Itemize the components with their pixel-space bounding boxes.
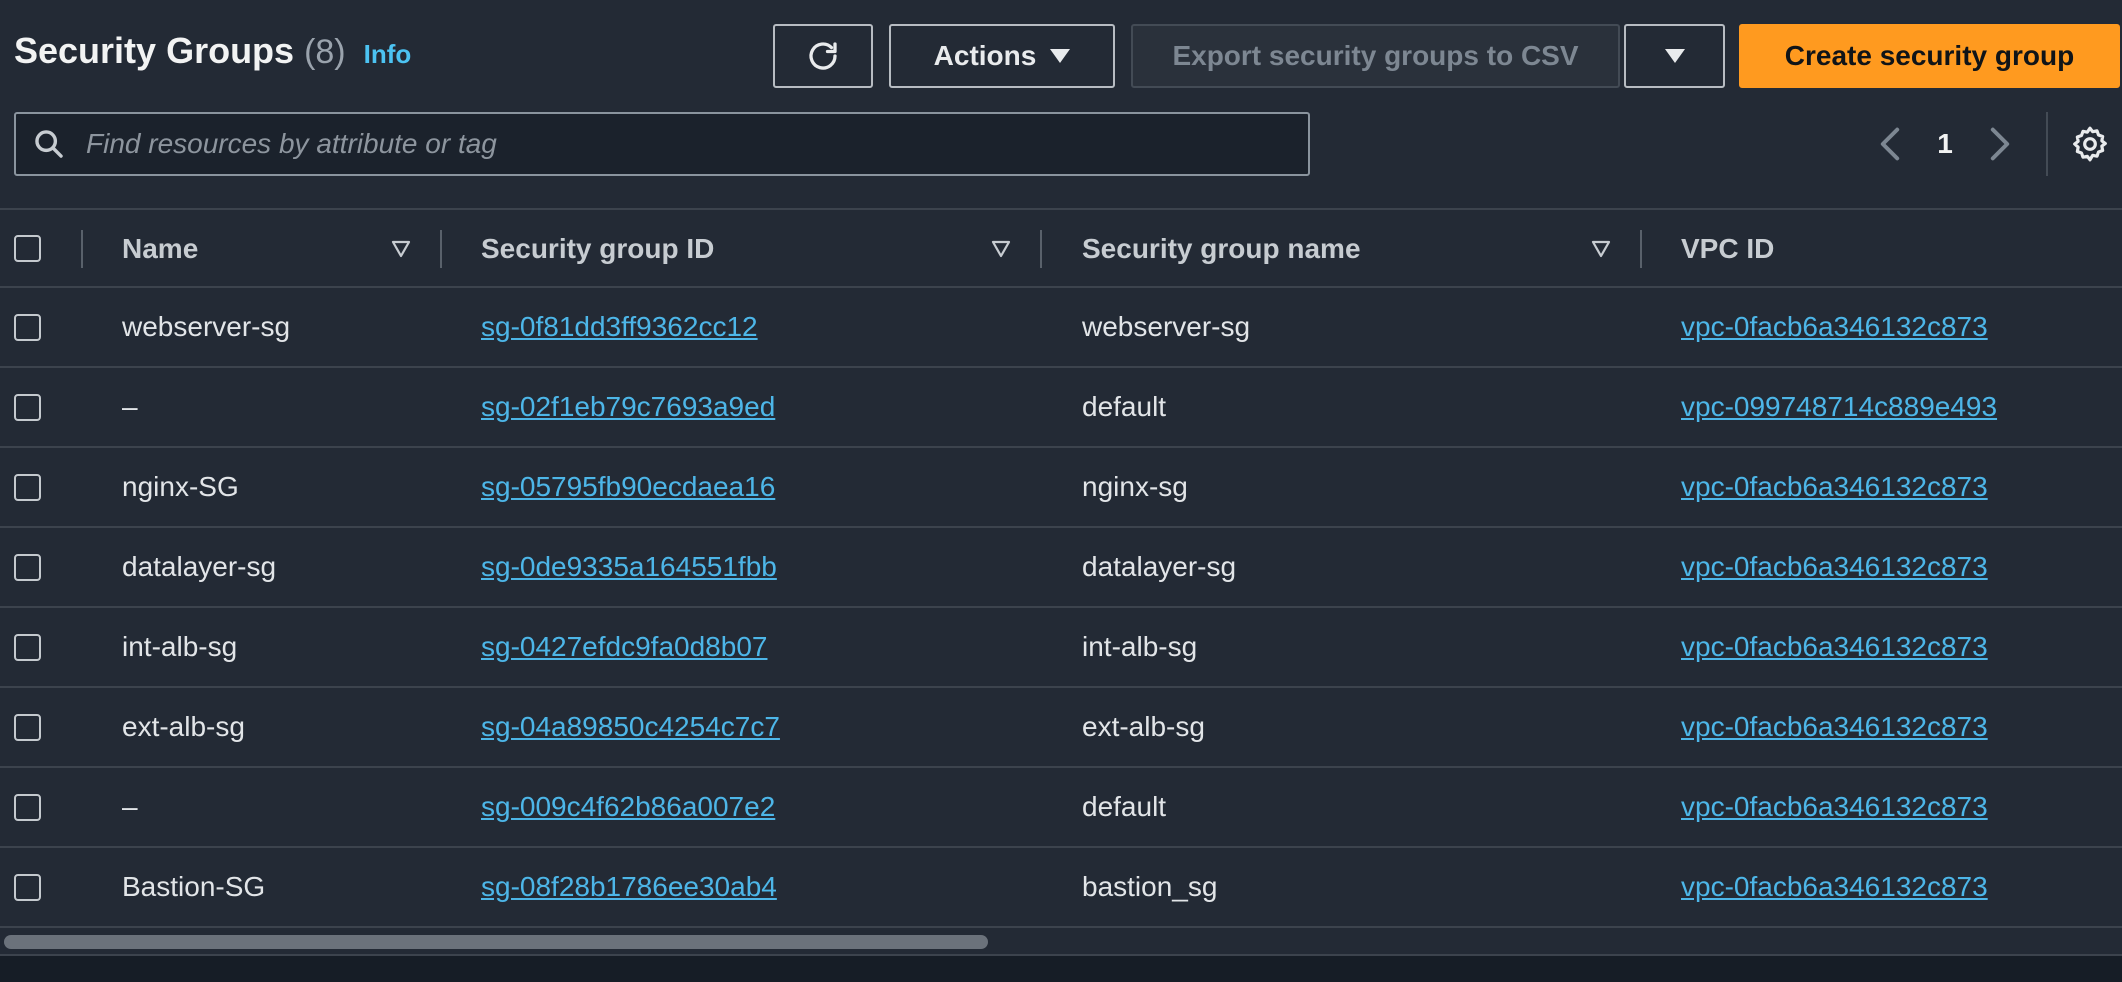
row-checkbox[interactable] <box>14 394 41 421</box>
table-row[interactable]: nginx-SG sg-05795fb90ecdaea16 nginx-sg v… <box>0 448 2122 528</box>
vpc-id-link[interactable]: vpc-0facb6a346132c873 <box>1681 768 1988 846</box>
security-groups-table: Name Security group ID Security group na… <box>0 208 2122 928</box>
export-csv-label: Export security groups to CSV <box>1172 40 1579 71</box>
page-header: Security Groups (8) Info Actions Export … <box>0 0 2122 176</box>
vpc-id-link[interactable]: vpc-0facb6a346132c873 <box>1681 288 1988 366</box>
table-row[interactable]: webserver-sg sg-0f81dd3ff9362cc12 webser… <box>0 288 2122 368</box>
table-row[interactable]: – sg-02f1eb79c7693a9ed default vpc-09974… <box>0 368 2122 448</box>
table-row[interactable]: int-alb-sg sg-0427efdc9fa0d8b07 int-alb-… <box>0 608 2122 688</box>
cell-name: ext-alb-sg <box>122 711 245 742</box>
cell-name: int-alb-sg <box>122 631 238 662</box>
caret-down-icon <box>1664 49 1685 63</box>
table-row[interactable]: – sg-009c4f62b86a007e2 default vpc-0facb… <box>0 768 2122 848</box>
pagination: 1 <box>1870 112 2020 176</box>
bottom-panel-bar <box>0 954 2122 982</box>
sort-down-icon[interactable] <box>391 240 411 258</box>
cell-security-group-name: ext-alb-sg <box>1082 711 1205 742</box>
vpc-id-link[interactable]: vpc-0facb6a346132c873 <box>1681 448 1988 526</box>
actions-label: Actions <box>933 40 1037 71</box>
search-icon <box>35 130 63 158</box>
cell-name: – <box>122 791 138 822</box>
select-all-checkbox[interactable] <box>14 235 41 262</box>
search-input[interactable] <box>84 127 1264 161</box>
cell-security-group-name: nginx-sg <box>1082 471 1188 502</box>
table-header: Name Security group ID Security group na… <box>0 210 2122 288</box>
pager-divider <box>2046 112 2048 176</box>
row-checkbox[interactable] <box>14 474 41 501</box>
export-options-dropdown[interactable] <box>1624 24 1725 88</box>
security-group-id-link[interactable]: sg-009c4f62b86a007e2 <box>481 768 775 846</box>
page-title: Security Groups <box>14 30 295 71</box>
refresh-icon <box>809 42 837 70</box>
chevron-right-icon[interactable] <box>1980 124 2020 164</box>
search-box[interactable] <box>14 112 1310 176</box>
caret-down-icon <box>1050 49 1071 63</box>
table-row[interactable]: Bastion-SG sg-08f28b1786ee30ab4 bastion_… <box>0 848 2122 928</box>
column-header-security-group-name[interactable]: Security group name <box>1082 210 1361 288</box>
gear-icon[interactable] <box>2070 124 2110 164</box>
cell-name: datalayer-sg <box>122 551 277 582</box>
column-header-name[interactable]: Name <box>122 210 198 288</box>
horizontal-scrollbar[interactable] <box>0 931 2122 951</box>
cell-security-group-name: bastion_sg <box>1082 871 1218 902</box>
export-csv-button[interactable]: Export security groups to CSV <box>1131 24 1620 88</box>
vpc-id-link[interactable]: vpc-0facb6a346132c873 <box>1681 528 1988 606</box>
column-header-vpc-id[interactable]: VPC ID <box>1681 210 1774 288</box>
security-group-id-link[interactable]: sg-08f28b1786ee30ab4 <box>481 848 777 926</box>
column-separator[interactable] <box>1040 230 1042 268</box>
security-groups-page: Security Groups (8) Info Actions Export … <box>0 0 2122 982</box>
actions-dropdown[interactable]: Actions <box>889 24 1115 88</box>
vpc-id-link[interactable]: vpc-099748714c889e493 <box>1681 368 1997 446</box>
current-page-number[interactable]: 1 <box>1910 128 1980 160</box>
refresh-button[interactable] <box>773 24 873 88</box>
row-checkbox[interactable] <box>14 874 41 901</box>
cell-name: – <box>122 391 138 422</box>
row-checkbox[interactable] <box>14 714 41 741</box>
column-separator[interactable] <box>1640 230 1642 268</box>
cell-name: webserver-sg <box>122 311 291 342</box>
cell-security-group-name: default <box>1082 391 1167 422</box>
cell-security-group-name: datalayer-sg <box>1082 551 1237 582</box>
chevron-left-icon[interactable] <box>1870 124 1910 164</box>
row-checkbox[interactable] <box>14 554 41 581</box>
row-checkbox[interactable] <box>14 314 41 341</box>
row-checkbox[interactable] <box>14 634 41 661</box>
info-link[interactable]: Info <box>364 39 412 70</box>
row-checkbox[interactable] <box>14 794 41 821</box>
create-security-group-button[interactable]: Create security group <box>1739 24 2120 88</box>
scrollbar-thumb[interactable] <box>4 935 988 949</box>
cell-security-group-name: default <box>1082 791 1167 822</box>
column-separator <box>81 230 83 268</box>
cell-security-group-name: webserver-sg <box>1082 311 1251 342</box>
title-area: Security Groups (8) Info <box>14 30 411 72</box>
table-row[interactable]: datalayer-sg sg-0de9335a164551fbb datala… <box>0 528 2122 608</box>
security-group-id-link[interactable]: sg-0427efdc9fa0d8b07 <box>481 608 767 686</box>
resource-count: (8) <box>304 33 346 71</box>
vpc-id-link[interactable]: vpc-0facb6a346132c873 <box>1681 688 1988 766</box>
security-group-id-link[interactable]: sg-0de9335a164551fbb <box>481 528 777 606</box>
vpc-id-link[interactable]: vpc-0facb6a346132c873 <box>1681 608 1988 686</box>
security-group-id-link[interactable]: sg-04a89850c4254c7c7 <box>481 688 780 766</box>
vpc-id-link[interactable]: vpc-0facb6a346132c873 <box>1681 848 1988 926</box>
create-security-group-label: Create security group <box>1784 40 2075 71</box>
sort-down-icon[interactable] <box>1591 240 1611 258</box>
column-separator[interactable] <box>440 230 442 268</box>
cell-security-group-name: int-alb-sg <box>1082 631 1198 662</box>
security-group-id-link[interactable]: sg-0f81dd3ff9362cc12 <box>481 288 758 366</box>
table-row[interactable]: ext-alb-sg sg-04a89850c4254c7c7 ext-alb-… <box>0 688 2122 768</box>
security-group-id-link[interactable]: sg-05795fb90ecdaea16 <box>481 448 775 526</box>
cell-name: Bastion-SG <box>122 871 266 902</box>
sort-down-icon[interactable] <box>991 240 1011 258</box>
cell-name: nginx-SG <box>122 471 239 502</box>
column-header-security-group-id[interactable]: Security group ID <box>481 210 714 288</box>
security-group-id-link[interactable]: sg-02f1eb79c7693a9ed <box>481 368 775 446</box>
